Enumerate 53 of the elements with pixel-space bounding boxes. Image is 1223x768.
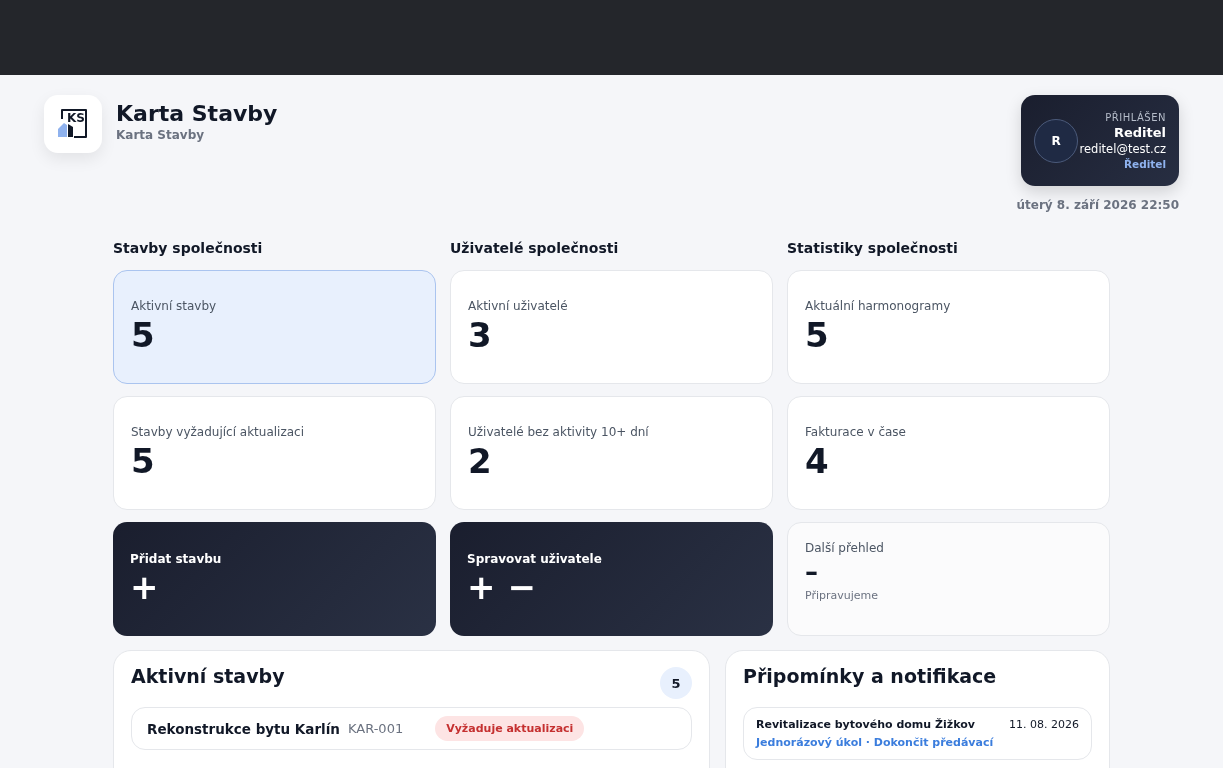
user-role: Ředitel [1123, 157, 1166, 170]
stat-label: Uživatelé bez aktivity 10+ dní [468, 425, 649, 439]
stat-card[interactable]: Aktuální harmonogramy 5 [787, 270, 1110, 384]
notification-link[interactable]: Jednorázový úkol · Dokončit předávací [756, 736, 1079, 749]
action-card[interactable]: Přidat stavbu + [113, 522, 436, 636]
stat-value: 4 [805, 441, 829, 481]
project-name: Rekonstrukce bytu Karlín [147, 720, 340, 737]
project-row[interactable]: Rekonstrukce bytu Karlín KAR-001 Vyžaduje aktualizaci [131, 707, 692, 750]
stat-card[interactable]: Stavby vyžadující aktualizaci 5 [113, 396, 436, 510]
action-symbol[interactable]: + [130, 570, 159, 604]
stat-value: 2 [468, 441, 492, 481]
section-title: Statistiky společnosti [787, 240, 959, 256]
project-code: KAR-001 [347, 721, 404, 736]
date-time: úterý 8. září 2026 22:50 [1016, 198, 1179, 212]
stat-card[interactable]: Aktivní stavby 5 [113, 270, 436, 384]
section-title: Stavby společnosti [113, 240, 264, 256]
avatar: R [1034, 118, 1078, 163]
app-title: Karta Stavby [116, 101, 278, 126]
stat-card[interactable]: Aktivní uživatelé 3 [450, 270, 773, 384]
status-badge: Vyžaduje aktualizaci [435, 716, 585, 741]
stat-label: Fakturace v čase [805, 425, 906, 439]
action-symbol[interactable]: − [507, 570, 536, 604]
stat-label: Aktivní stavby [131, 299, 217, 313]
action-label: Spravovat uživatele [467, 552, 602, 566]
action-symbol[interactable]: + [467, 570, 496, 604]
stat-value: 5 [131, 441, 155, 481]
count-badge: 5 [660, 667, 692, 699]
stat-label: Aktivní uživatelé [468, 299, 568, 313]
stat-value: 5 [131, 315, 155, 355]
section-title: Uživatelé společnosti [450, 240, 620, 256]
stat-card[interactable]: Uživatelé bez aktivity 10+ dní 2 [450, 396, 773, 510]
notification-date: 11. 08. 2026 [1009, 718, 1079, 731]
building-logo-icon [56, 107, 90, 141]
user-email: reditel@test.cz [1079, 141, 1166, 156]
stat-value: 3 [468, 315, 492, 355]
panel-title: Připomínky a notifikace [743, 665, 997, 687]
placeholder-note: Připravujeme [805, 589, 879, 602]
stat-label: Aktuální harmonogramy [805, 299, 951, 313]
user-card[interactable]: R PŘIHLÁŠEN Reditel reditel@test.cz Ředitel [1021, 95, 1179, 186]
placeholder-value: – [805, 557, 818, 587]
app-subtitle: Karta Stavby [116, 128, 206, 142]
panel-title: Aktivní stavby [131, 665, 285, 687]
stat-value: 5 [805, 315, 829, 355]
user-name: Reditel [1113, 124, 1166, 140]
action-card[interactable]: Spravovat uživatele + − [450, 522, 773, 636]
action-label: Přidat stavbu [130, 552, 222, 566]
signed-in-label: PŘIHLÁŠEN [1105, 111, 1166, 123]
stat-card[interactable]: Fakturace v čase 4 [787, 396, 1110, 510]
notification-project: Revitalizace bytového domu Žižkov [756, 718, 975, 731]
stat-label: Stavby vyžadující aktualizaci [131, 425, 305, 439]
logo-text: KS [67, 111, 85, 125]
notification-item[interactable]: Revitalizace bytového domu Žižkov 11. 08. 2026 Jednorázový úkol · Dokončit předávací [743, 707, 1092, 760]
placeholder-label: Další přehled [805, 541, 884, 555]
